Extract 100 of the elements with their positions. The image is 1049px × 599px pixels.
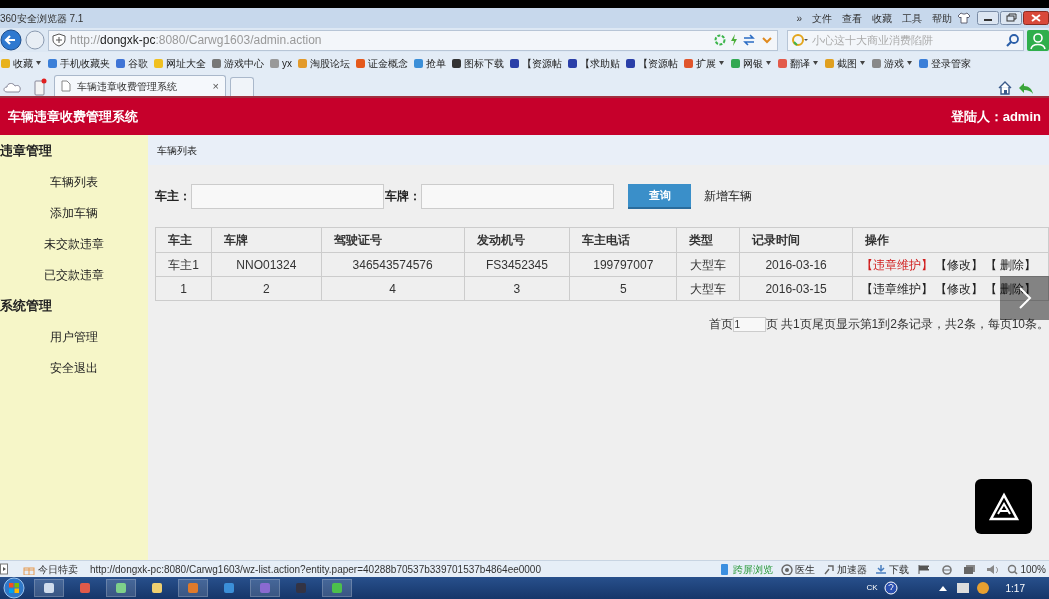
logo-button[interactable] — [975, 479, 1032, 534]
close-icon[interactable] — [1023, 11, 1049, 25]
bookmark-item[interactable]: 翻译 — [777, 55, 819, 71]
bookmark-icon — [509, 57, 520, 69]
menu-item[interactable]: 文件 — [807, 10, 837, 26]
table-cell: 车主1 — [155, 252, 212, 277]
page-number-field[interactable]: 1 — [732, 316, 766, 332]
bookmark-item[interactable]: 淘股论坛 — [297, 55, 350, 71]
windows-stack-icon[interactable] — [963, 563, 977, 575]
sidebar-item[interactable]: 已交款违章 — [44, 265, 104, 284]
text-field[interactable] — [421, 183, 614, 209]
column-header: 操作 — [852, 227, 1049, 253]
app-icon — [223, 582, 235, 594]
bookmark-item[interactable]: 【求助贴 — [567, 55, 620, 71]
table-cell: 346543574576 — [321, 252, 464, 277]
bookmark-item[interactable]: 网址大全 — [153, 55, 206, 71]
caret-icon — [859, 60, 866, 66]
zoom-control[interactable]: 100% — [1007, 561, 1046, 577]
bookmark-icon — [47, 57, 58, 69]
add-vehicle-link[interactable]: 新增车辆 — [704, 187, 752, 205]
sidebar-item[interactable]: 未交款违章 — [44, 234, 104, 253]
address-field[interactable]: http://dongxk-pc:8080/Carwg1603/admin.action — [48, 29, 778, 51]
shirt-icon[interactable] — [957, 12, 971, 24]
sidebar-item[interactable]: 安全退出 — [50, 358, 98, 377]
action-link[interactable]: 【修改】 — [935, 255, 983, 274]
bookmark-item[interactable]: 扩展 — [683, 55, 725, 71]
field-label: 车主： — [155, 188, 191, 205]
bookmark-item[interactable]: 【资源帖 — [509, 55, 562, 71]
panel-toggle-icon[interactable] — [0, 563, 9, 575]
search-field[interactable]: 小心这十大商业消费陷阱 — [811, 31, 1003, 49]
taskbar-app-button[interactable] — [322, 579, 352, 597]
status-bar-item[interactable]: 医生 — [781, 561, 816, 577]
app-title: 车辆违章收费管理系统 — [8, 107, 138, 126]
bookmark-icon — [824, 57, 835, 69]
menu-item[interactable]: 收藏 — [867, 10, 897, 26]
speaker-icon[interactable] — [986, 563, 1000, 575]
search-box[interactable]: 小心这十大商业消费陷阱 — [786, 29, 1024, 51]
action-link[interactable]: 【 删除】 — [985, 255, 1037, 274]
tray-app-icon[interactable] — [955, 581, 970, 595]
bookmark-item[interactable]: 抢单 — [413, 55, 446, 71]
bookmark-icon — [0, 57, 11, 69]
tray-up-icon[interactable] — [937, 584, 948, 592]
help-icon[interactable] — [883, 581, 898, 595]
query-button[interactable]: 查询 — [628, 183, 691, 209]
tab-close-button[interactable]: × — [212, 77, 219, 95]
sidebar-item[interactable]: 添加车辆 — [50, 203, 98, 222]
menu-item[interactable]: 查看 — [837, 10, 867, 26]
sidebar-item[interactable]: 车辆列表 — [50, 172, 98, 191]
search-engine-icon[interactable] — [790, 33, 809, 47]
bookmark-item[interactable]: 截图 — [824, 55, 866, 71]
restore-icon[interactable] — [1000, 11, 1022, 25]
input-method-indicator[interactable]: CK — [866, 582, 878, 594]
caret-icon — [765, 60, 772, 66]
first-page-link[interactable]: 首页 — [708, 315, 733, 333]
lightning-icon[interactable] — [729, 34, 738, 46]
promo-link[interactable]: 今日特卖 — [23, 561, 78, 577]
flag-icon[interactable] — [917, 563, 932, 575]
back-icon[interactable] — [0, 29, 22, 51]
action-link[interactable]: 【修改】 — [935, 279, 983, 298]
logged-in-user: 登陆人：admin — [950, 107, 1041, 126]
minimize-icon[interactable] — [977, 11, 999, 25]
chevron-down-icon[interactable] — [759, 34, 774, 46]
swap-arrows-icon[interactable] — [741, 34, 756, 46]
next-arrow-button[interactable] — [1000, 276, 1049, 320]
zoom-icon — [1007, 563, 1019, 575]
tray-app-icon[interactable] — [975, 581, 990, 595]
bookmark-item[interactable]: 收藏 — [0, 55, 42, 71]
taskbar-app-button[interactable] — [34, 579, 64, 597]
sidebar-heading: 违章管理 — [0, 141, 53, 160]
menu-item[interactable]: 帮助 — [927, 10, 957, 26]
menu-item[interactable]: 工具 — [897, 10, 927, 26]
bookmark-item[interactable]: 【资源帖 — [625, 55, 678, 71]
browser-tab[interactable]: 车辆违章收费管理系统 × — [54, 75, 226, 96]
action-link[interactable]: 【违章维护】 — [861, 279, 933, 298]
window-title: 360安全浏览器 7.1 — [0, 11, 84, 26]
bookmark-item[interactable]: 证金概念 — [355, 55, 408, 71]
search-icon[interactable] — [1006, 33, 1020, 47]
menu-item[interactable]: » — [791, 10, 807, 26]
triangle-logo-icon — [987, 491, 1020, 522]
bookmark-item[interactable]: 手机收藏夹 — [47, 55, 110, 71]
sidebar-item[interactable]: 用户管理 — [50, 327, 98, 346]
status-bar-item[interactable]: 加速器 — [823, 561, 868, 577]
action-link[interactable]: 【 删除】 — [985, 279, 1037, 298]
bookmark-item[interactable]: 谷歌 — [115, 55, 148, 71]
url-text: http://dongxk-pc:8080/Carwg1603/admin.action — [70, 32, 322, 49]
text-field[interactable] — [191, 183, 384, 209]
bookmark-item[interactable]: 图标下载 — [451, 55, 504, 71]
bookmark-item[interactable]: 游戏 — [871, 55, 913, 71]
bookmark-item[interactable]: 网银 — [730, 55, 772, 71]
bookmark-item[interactable]: yx — [269, 55, 292, 71]
refresh-icon[interactable] — [713, 34, 726, 46]
column-header: 记录时间 — [739, 227, 853, 253]
action-link[interactable]: 【违章维护】 — [861, 255, 933, 274]
status-bar-item[interactable]: 下载 — [875, 561, 910, 577]
home-icon[interactable] — [997, 80, 1013, 96]
bookmark-icon — [297, 57, 308, 69]
start-orb-icon[interactable] — [0, 577, 28, 599]
bookmark-item[interactable]: 游戏中心 — [211, 55, 264, 71]
bookmark-item[interactable]: 登录管家 — [918, 55, 971, 71]
taskbar-app-button[interactable] — [106, 579, 136, 597]
